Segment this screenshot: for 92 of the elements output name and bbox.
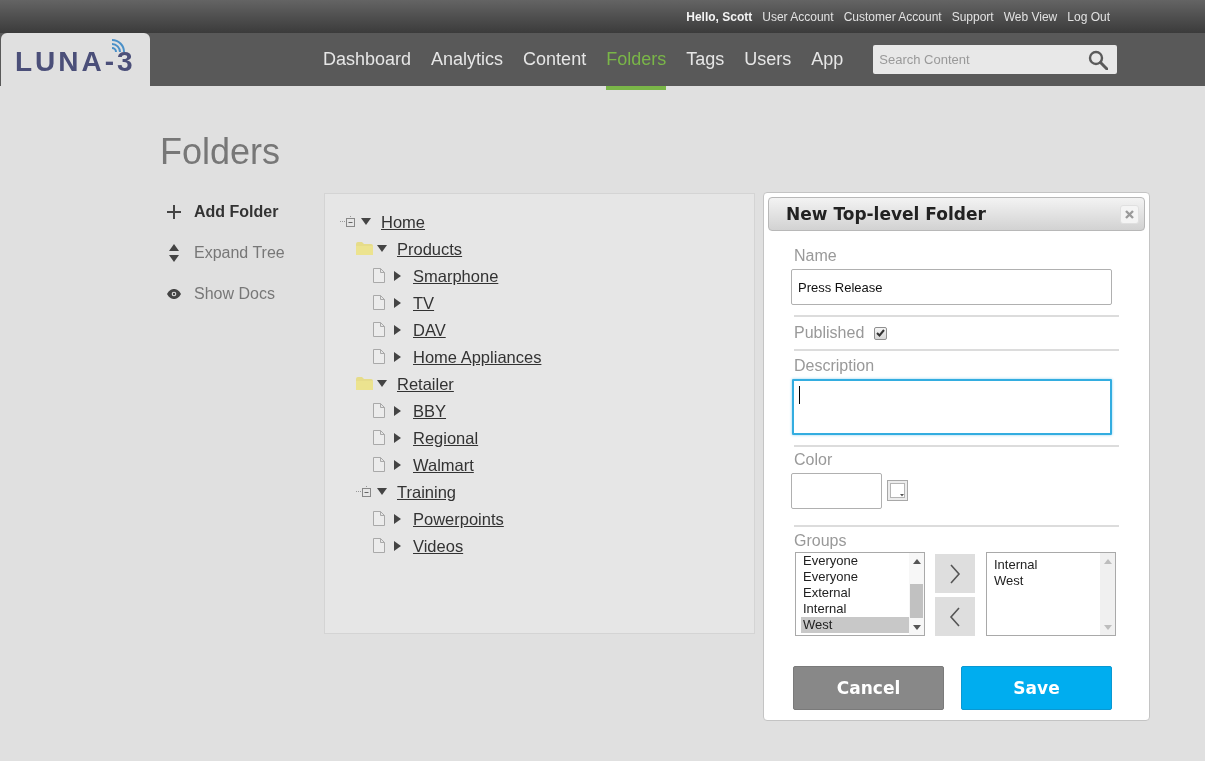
move-left-button[interactable] (935, 597, 975, 636)
sidebar-action-link[interactable]: Add Folder (166, 200, 324, 224)
caret-right-icon[interactable] (394, 297, 401, 308)
folder-link[interactable]: Home (381, 211, 425, 232)
nav-link[interactable]: App (811, 33, 844, 86)
group-listbox[interactable]: Everyone Everyone External Internal West (795, 552, 925, 636)
minus-box-icon[interactable] (356, 486, 371, 497)
list-option[interactable]: Internal (801, 601, 909, 617)
page-title: Folders (160, 130, 282, 173)
folder-link[interactable]: Regional (413, 427, 479, 448)
nav-link[interactable]: Analytics (431, 33, 504, 86)
list-option[interactable]: West (801, 617, 909, 633)
field-label: Published (794, 324, 865, 342)
description-field[interactable] (792, 379, 1112, 435)
document-icon (373, 511, 385, 526)
folder-icon (356, 377, 373, 390)
field-label: Description (794, 357, 876, 375)
caret-right-icon[interactable] (394, 459, 401, 470)
plus-icon (166, 204, 182, 220)
group-listbox[interactable]: Internal West (986, 552, 1116, 636)
move-right-button[interactable] (935, 554, 975, 593)
list-option[interactable]: Everyone (801, 569, 909, 585)
folder-link[interactable]: Home Appliances (413, 346, 542, 367)
caret-up-icon[interactable] (912, 559, 921, 564)
caret-down-icon[interactable] (377, 380, 387, 387)
document-icon (373, 322, 385, 337)
caret-right-icon[interactable] (394, 405, 401, 416)
caret-right-icon[interactable] (394, 513, 401, 524)
document-icon (373, 457, 385, 472)
nav-link[interactable]: Users (744, 33, 792, 86)
document-icon (373, 268, 385, 283)
close-button[interactable] (1120, 204, 1139, 224)
caret-right-icon[interactable] (394, 270, 401, 281)
folder-link[interactable]: Videos (413, 535, 464, 556)
document-icon (373, 295, 385, 310)
folder-link[interactable]: TV (413, 292, 435, 313)
name-field[interactable]: Press Release (791, 269, 1112, 305)
greeting-text: Hello, Scott (686, 9, 753, 24)
folder-link[interactable]: DAV (413, 319, 446, 340)
folder-link[interactable]: BBY (413, 400, 447, 421)
caret-down-icon[interactable] (377, 488, 387, 495)
caret-right-icon[interactable] (394, 351, 401, 362)
field-label: Color (794, 451, 834, 469)
scrollbar-thumb[interactable] (910, 584, 923, 618)
checkmark-icon (876, 329, 886, 337)
folder-link[interactable]: Training (397, 481, 456, 502)
folder-link[interactable]: Retailer (397, 373, 454, 394)
folder-link[interactable]: Smarphone (413, 265, 499, 286)
caret-down-icon[interactable] (912, 625, 921, 630)
folder-link[interactable]: Powerpoints (413, 508, 504, 529)
nav-link[interactable]: Tags (686, 33, 725, 86)
color-field[interactable] (791, 473, 882, 509)
text-cursor-icon (799, 386, 800, 404)
caret-down-icon[interactable] (361, 218, 371, 225)
nav-link[interactable]: Dashboard (323, 33, 412, 86)
caret-right-icon[interactable] (394, 432, 401, 443)
minus-box-icon[interactable] (340, 216, 355, 227)
eye-icon (167, 289, 181, 299)
document-icon (373, 538, 385, 553)
folder-icon (356, 242, 373, 255)
search-icon[interactable] (1088, 49, 1109, 70)
close-icon (1125, 209, 1134, 219)
color-picker-button[interactable] (887, 480, 908, 501)
header-link[interactable]: Support (951, 9, 994, 24)
caret-right-icon[interactable] (394, 540, 401, 551)
caret-right-icon[interactable] (394, 324, 401, 335)
folder-link[interactable]: Products (397, 238, 463, 259)
document-icon (373, 430, 385, 445)
document-icon (373, 403, 385, 418)
header-link[interactable]: Web View (1003, 9, 1058, 24)
document-icon (373, 349, 385, 364)
logo-text: LUNA-3 (15, 47, 136, 76)
header-link[interactable]: Log Out (1067, 9, 1110, 24)
checkbox[interactable] (874, 326, 888, 340)
field-label: Groups (794, 532, 848, 550)
folder-link[interactable]: Walmart (413, 454, 474, 475)
dialog-title: New Top-level Folder (786, 204, 986, 224)
list-option[interactable]: Internal (992, 557, 1100, 573)
list-option[interactable]: External (801, 585, 909, 601)
field-label: Name (794, 247, 838, 265)
color-swatch-icon (890, 483, 905, 498)
up-down-arrows-icon (169, 244, 179, 262)
chevron-left-icon (949, 605, 961, 628)
scrollbar[interactable] (909, 553, 924, 635)
caret-down-icon[interactable] (377, 245, 387, 252)
list-option[interactable]: Everyone (801, 553, 909, 569)
chevron-right-icon (949, 562, 961, 585)
header-link[interactable]: Customer Account (843, 9, 942, 24)
header-link[interactable]: User Account (762, 9, 834, 24)
cancel-button[interactable]: Cancel (793, 666, 944, 710)
nav-link[interactable]: Content (523, 33, 587, 86)
list-option[interactable]: West (992, 573, 1100, 589)
